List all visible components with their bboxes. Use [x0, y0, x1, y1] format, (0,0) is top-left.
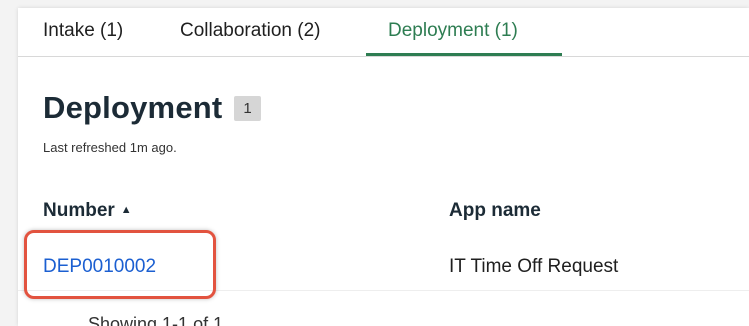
column-header-app-name-label: App name [449, 200, 541, 221]
column-header-number-label: Number [43, 200, 115, 221]
tab-intake[interactable]: Intake (1) [43, 20, 123, 42]
title-row: Deployment 1 [43, 88, 261, 128]
page-title: Deployment [43, 90, 223, 125]
active-tab-indicator [366, 53, 562, 56]
column-header-number[interactable]: Number ▲ [43, 200, 132, 222]
tab-deployment[interactable]: Deployment (1) [388, 20, 518, 42]
highlight-box [24, 230, 216, 299]
last-refreshed-text: Last refreshed 1m ago. [43, 140, 177, 155]
sort-ascending-icon[interactable]: ▲ [121, 204, 132, 216]
deployment-card: Intake (1) Collaboration (2) Deployment … [18, 8, 749, 326]
app-name-cell: IT Time Off Request [449, 256, 619, 277]
tab-collaboration[interactable]: Collaboration (2) [180, 20, 320, 42]
count-badge: 1 [234, 95, 261, 121]
pagination-summary: Showing 1-1 of 1 [88, 314, 224, 326]
tab-bar: Intake (1) Collaboration (2) Deployment … [18, 8, 749, 57]
column-header-app-name[interactable]: App name [449, 200, 541, 222]
